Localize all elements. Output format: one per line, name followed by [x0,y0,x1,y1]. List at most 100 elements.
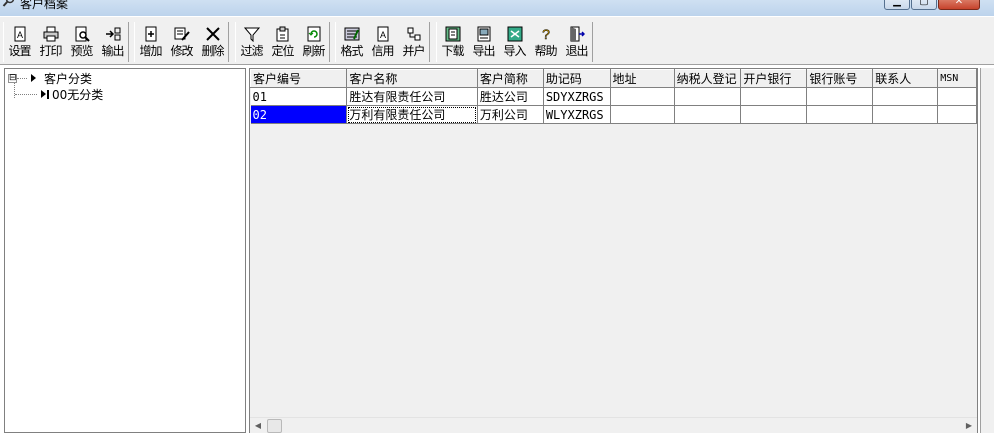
edit-button[interactable]: 修改 [166,22,197,62]
table-cell[interactable]: 01 [250,87,348,106]
table-cell[interactable] [872,87,939,106]
table-cell[interactable] [806,105,874,124]
column-header[interactable]: 助记码 [542,69,611,88]
column-header[interactable]: 客户编号 [250,69,348,88]
collapse-icon[interactable]: ⊟ [8,73,17,83]
minimize-icon: ▁ [893,0,901,7]
table-cell[interactable] [674,87,742,106]
merge-icon [398,22,429,44]
table-cell[interactable] [740,87,808,106]
node-pointer-icon [31,74,36,82]
scroll-left-icon[interactable]: ◀ [250,418,266,434]
help-icon: ? [530,22,561,44]
delete-button[interactable]: 删除 [197,22,228,62]
table-cell[interactable] [610,105,675,124]
output-button[interactable]: 输出 [97,22,128,62]
toolbar: A 设置 打印 预览 输出 增加 修改 删除 过滤 定位 刷新 格式 A 信用 … [0,16,994,65]
current-node-icon [41,89,49,99]
table-cell[interactable] [740,105,808,124]
column-header[interactable]: 客户简称 [476,69,544,88]
scrollbar-thumb[interactable] [267,419,282,433]
customer-table: 客户编号 客户名称 客户简称 助记码 地址 纳税人登记 开户银行 银行账号 联系… [250,69,977,124]
svg-text:?: ? [542,26,550,42]
table-cell[interactable]: SDYXZRGS [543,87,611,106]
table-cell[interactable]: 02 [250,105,348,124]
toolbar-group-customer: 格式 A 信用 并户 [335,22,430,62]
window-right-frame [980,68,994,433]
table-cell[interactable]: 胜达公司 [477,87,544,106]
locate-icon [267,22,298,44]
filter-icon [236,22,267,44]
title-bar: 客户档案 ▁ ▢ ✕ [0,0,994,16]
edit-icon [166,22,197,44]
table-cell[interactable] [872,105,939,124]
close-button[interactable]: ✕ [938,0,980,10]
add-button[interactable]: 增加 [135,22,166,62]
download-button[interactable]: 下载 [437,22,468,62]
scroll-right-icon[interactable]: ▶ [961,418,977,434]
exit-button[interactable]: 退出 [561,22,592,62]
tree-connector-line [17,77,27,79]
credit-icon: A [367,22,398,44]
category-tree: ⊟ 客户分类 00无分类 [4,68,246,433]
column-header[interactable]: 开户银行 [740,69,808,88]
preview-button[interactable]: 预览 [66,22,97,62]
filter-button[interactable]: 过滤 [236,22,267,62]
column-header[interactable]: 联系人 [872,69,939,88]
tree-node-child[interactable]: 00无分类 [15,86,103,102]
table-cell[interactable] [674,105,742,124]
column-header[interactable]: 银行账号 [806,69,874,88]
column-header[interactable]: 纳税人登记 [673,69,742,88]
table-cell[interactable] [610,87,675,106]
svg-text:A: A [16,30,22,40]
close-icon: ✕ [954,0,964,7]
column-header[interactable]: 地址 [609,69,675,88]
horizontal-scrollbar[interactable]: ◀ ▶ [250,417,977,433]
maximize-button[interactable]: ▢ [911,0,937,10]
table-cell[interactable] [937,105,977,124]
preview-icon [66,22,97,44]
settings-icon: A [4,22,35,44]
export-icon [97,22,128,44]
export-data-icon [468,22,499,44]
column-header[interactable]: MSN [937,69,977,88]
table-cell[interactable]: 万利有限责任公司 [346,105,478,124]
exit-icon [561,22,592,44]
table-cell[interactable] [937,87,977,106]
window-title: 客户档案 [20,0,69,11]
print-icon [35,22,66,44]
print-button[interactable]: 打印 [35,22,66,62]
customer-grid: 客户编号 客户名称 客户简称 助记码 地址 纳税人登记 开户银行 银行账号 联系… [249,68,978,433]
tree-node-label: 00无分类 [52,87,104,102]
format-icon [336,22,367,44]
import-button[interactable]: 导入 [499,22,530,62]
minimize-button[interactable]: ▁ [884,0,910,10]
svg-text:A: A [379,30,385,40]
locate-button[interactable]: 定位 [267,22,298,62]
format-button[interactable]: 格式 [336,22,367,62]
table-cell[interactable]: 胜达有限责任公司 [346,87,478,106]
toolbar-group-file: A 设置 打印 预览 输出 [3,22,129,62]
delete-icon [197,22,228,44]
column-header[interactable]: 客户名称 [346,69,478,88]
toolbar-group-view: 过滤 定位 刷新 [235,22,330,62]
table-cell[interactable]: 万利公司 [477,105,544,124]
maximize-icon: ▢ [919,0,929,7]
export-data-button[interactable]: 导出 [468,22,499,62]
table-row[interactable]: 01 胜达有限责任公司 胜达公司 SDYXZRGS [250,87,977,106]
toolbar-group-data: 下载 导出 导入 ? 帮助 退出 [436,22,593,62]
table-row-selected[interactable]: 02 万利有限责任公司 万利公司 WLYXZRGS [250,105,977,124]
toolbar-group-edit: 增加 修改 删除 [134,22,229,62]
credit-button[interactable]: A 信用 [367,22,398,62]
add-icon [135,22,166,44]
tree-connector-line [15,93,37,95]
app-icon [2,0,16,8]
help-button[interactable]: ? 帮助 [530,22,561,62]
table-cell[interactable]: WLYXZRGS [543,105,611,124]
refresh-button[interactable]: 刷新 [298,22,329,62]
merge-button[interactable]: 并户 [398,22,429,62]
settings-button[interactable]: A 设置 [4,22,35,62]
tree-node-root[interactable]: ⊟ 客户分类 [8,70,92,86]
table-cell[interactable] [806,87,874,106]
tree-node-label: 客户分类 [44,71,93,86]
